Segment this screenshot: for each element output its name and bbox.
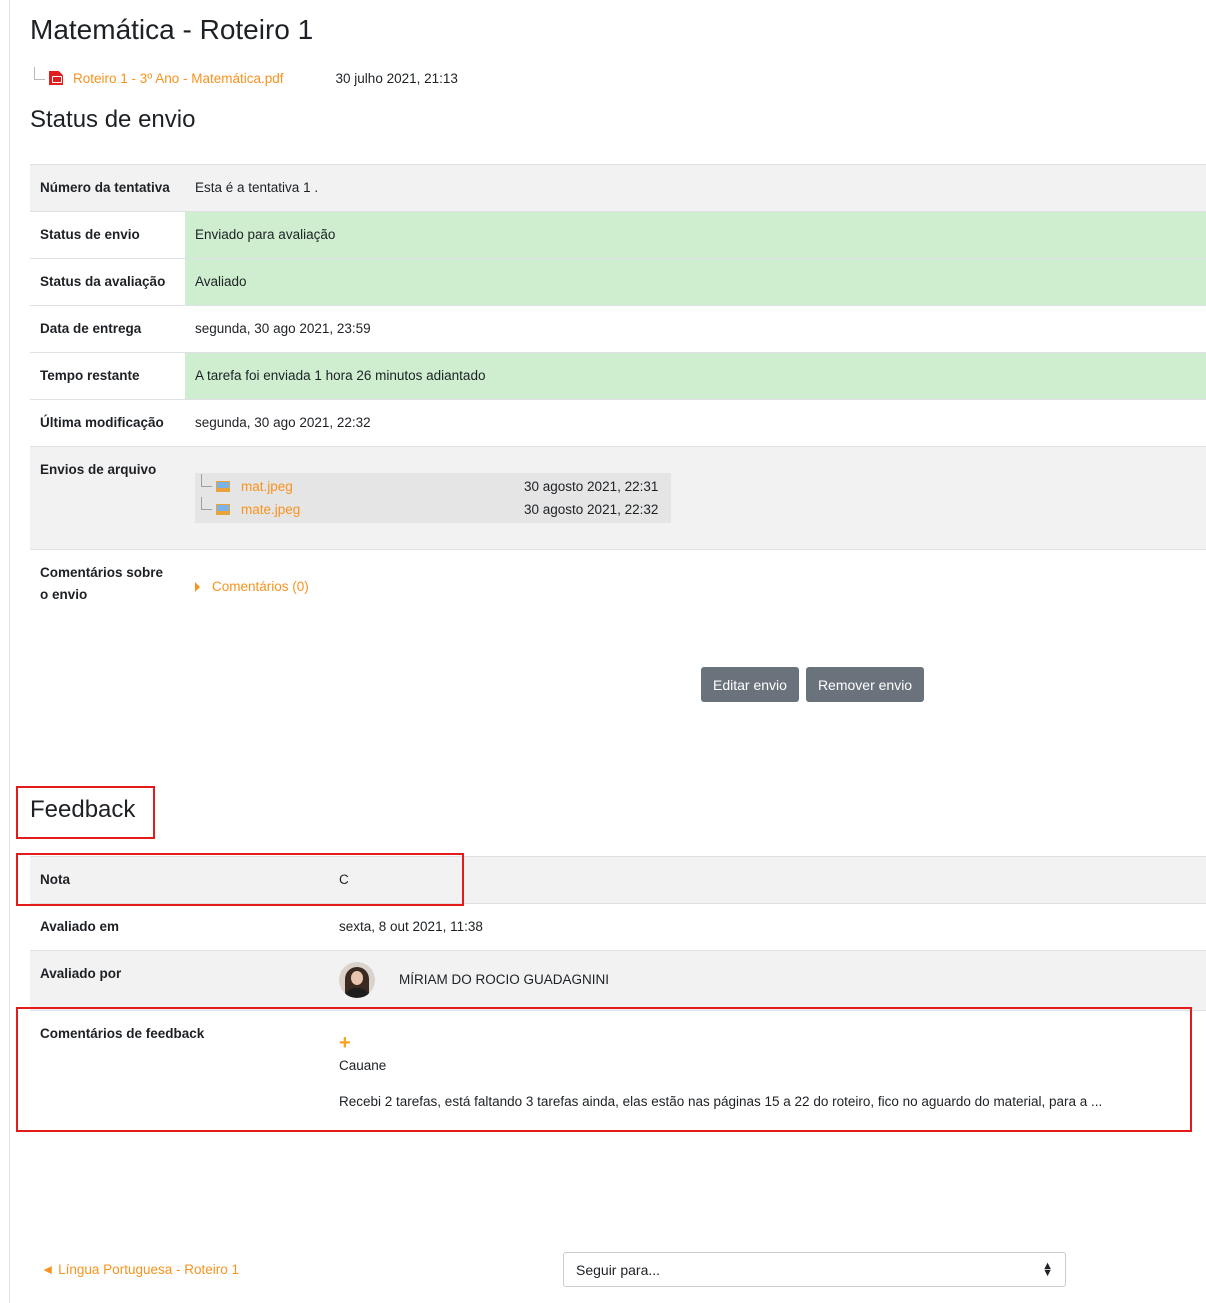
image-file-icon [216, 504, 230, 515]
comment-author: Cauane [339, 1058, 387, 1073]
file-submissions-row: Envios de arquivo mat.jpeg 30 agosto 202… [30, 446, 1206, 550]
remove-submission-button[interactable]: Remover envio [805, 667, 925, 702]
last-modified-label: Última modificação [40, 415, 164, 430]
tree-connector [201, 497, 212, 510]
file-item: mat.jpeg 30 agosto 2021, 22:31 [201, 474, 671, 498]
feedback-table: Nota C Avaliado em sexta, 8 out 2021, 11… [30, 856, 1206, 1125]
graded-on-value: sexta, 8 out 2021, 11:38 [339, 919, 483, 934]
graded-on-row: Avaliado em sexta, 8 out 2021, 11:38 [30, 903, 1206, 951]
page-title: Matemática - Roteiro 1 [30, 14, 314, 45]
prev-activity-label: Língua Portuguesa - Roteiro 1 [58, 1262, 240, 1277]
graded-by-label: Avaliado por [30, 950, 329, 1011]
time-remaining-row: Tempo restante A tarefa foi enviada 1 ho… [30, 352, 1206, 400]
grading-status-value: Avaliado [185, 258, 1206, 306]
comments-toggle[interactable]: Comentários (0) [195, 579, 309, 594]
intro-attachment: Roteiro 1 - 3º Ano - Matemática.pdf 30 j… [34, 66, 458, 90]
edit-submission-button[interactable]: Editar envio [701, 667, 799, 702]
submission-comments-label: Comentários sobre o envio [40, 565, 164, 602]
submission-comments-row: Comentários sobre o envio Comentários (0… [30, 549, 1206, 619]
feedback-comments-row: Comentários de feedback + Cauane Recebi … [30, 1010, 1206, 1126]
prev-activity-link[interactable]: ◄ Língua Portuguesa - Roteiro 1 [41, 1262, 239, 1277]
submission-status-table: Número da tentativa Esta é a tentativa 1… [30, 164, 1206, 618]
grade-label: Nota [30, 856, 329, 904]
comments-link-label: Comentários (0) [212, 579, 309, 594]
submission-actions: Editar envio Remover envio [701, 667, 925, 702]
intro-file-date: 30 julho 2021, 21:13 [335, 70, 458, 86]
grader: MÍRIAM DO ROCIO GUADAGNINI [339, 962, 1196, 998]
left-border [9, 0, 10, 1303]
status-row: Status de envio Enviado para avaliação [30, 211, 1206, 259]
time-remaining-label: Tempo restante [40, 368, 140, 383]
avatar [339, 962, 375, 998]
file-tree: mat.jpeg 30 agosto 2021, 22:31 mate.jpeg… [195, 473, 671, 523]
intro-file-link[interactable]: Roteiro 1 - 3º Ano - Matemática.pdf [73, 71, 284, 86]
jump-to-value: Seguir para... [576, 1261, 661, 1278]
caret-right-icon [195, 582, 200, 593]
file-date: 30 agosto 2021, 22:32 [524, 501, 659, 517]
submission-status-heading: Status de envio [30, 106, 196, 133]
tree-connector [34, 66, 45, 80]
graded-on-label: Avaliado em [40, 919, 120, 934]
file-date: 30 agosto 2021, 22:31 [524, 478, 659, 494]
grade-row: Nota C [30, 856, 1206, 904]
time-remaining-value: A tarefa foi enviada 1 hora 26 minutos a… [185, 352, 1206, 400]
graded-by-row: Avaliado por MÍRIAM DO ROCIO GUADAGNINI [30, 950, 1206, 1011]
attempt-value: Esta é a tentativa 1 . [185, 164, 1206, 212]
feedback-heading: Feedback [30, 796, 136, 823]
file-submissions-label: Envios de arquivo [30, 446, 185, 550]
attempt-row: Número da tentativa Esta é a tentativa 1… [30, 164, 1206, 212]
grading-status-label: Status da avaliação [40, 274, 166, 289]
last-modified-row: Última modificação segunda, 30 ago 2021,… [30, 399, 1206, 447]
arrow-left-icon: ◄ [41, 1262, 55, 1277]
due-date-value: segunda, 30 ago 2021, 23:59 [195, 321, 371, 336]
file-link[interactable]: mat.jpeg [241, 476, 524, 498]
jump-to-select[interactable]: Seguir para... ▲ ▼ [563, 1252, 1066, 1287]
status-label: Status de envio [40, 227, 140, 242]
image-file-icon [216, 481, 230, 492]
grader-name: MÍRIAM DO ROCIO GUADAGNINI [399, 972, 610, 987]
tree-connector [201, 474, 212, 487]
plus-icon[interactable]: + [339, 1033, 1196, 1053]
comment-text: Recebi 2 tarefas, está faltando 3 tarefa… [339, 1094, 1103, 1109]
status-value: Enviado para avaliação [185, 211, 1206, 259]
feedback-comments-label: Comentários de feedback [40, 1026, 205, 1041]
last-modified-value: segunda, 30 ago 2021, 22:32 [195, 415, 371, 430]
file-item: mate.jpeg 30 agosto 2021, 22:32 [201, 497, 671, 521]
attempt-label: Número da tentativa [30, 164, 185, 212]
grading-status-row: Status da avaliação Avaliado [30, 258, 1206, 306]
due-date-row: Data de entrega segunda, 30 ago 2021, 23… [30, 305, 1206, 353]
pdf-icon [49, 71, 63, 85]
file-link[interactable]: mate.jpeg [241, 499, 524, 521]
grade-value: C [329, 856, 1206, 904]
select-arrows-icon: ▲ ▼ [1042, 1259, 1053, 1279]
due-date-label: Data de entrega [40, 321, 142, 336]
